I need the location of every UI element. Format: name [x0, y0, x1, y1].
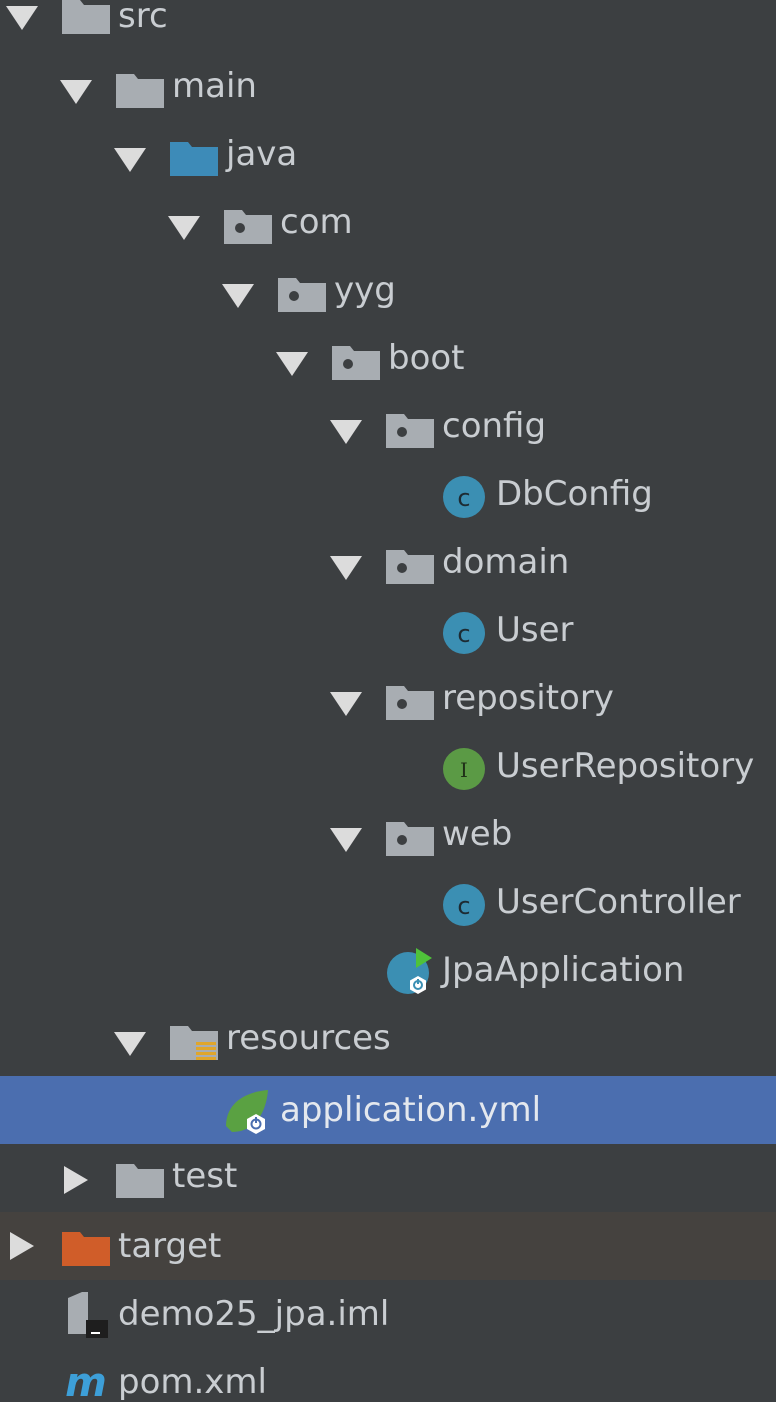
- tree-item-label: UserController: [496, 882, 741, 922]
- tree-item-label: src: [118, 0, 168, 36]
- package-icon: [386, 414, 434, 448]
- tree-item-label: yyg: [334, 270, 396, 310]
- tree-item-user[interactable]: c User: [0, 604, 776, 672]
- expand-arrow-down-icon[interactable]: [56, 70, 96, 110]
- tree-item-label: User: [496, 610, 574, 650]
- tree-item-pom-xml[interactable]: m pom.xml: [0, 1356, 776, 1402]
- expand-arrow-right-icon[interactable]: [2, 1226, 42, 1266]
- expand-arrow-down-icon[interactable]: [326, 682, 366, 722]
- folder-icon: [116, 1164, 164, 1198]
- class-icon: c: [443, 476, 485, 518]
- resources-root-folder-icon: [170, 1026, 218, 1060]
- tree-item-src[interactable]: src: [0, 0, 776, 68]
- project-tree: src main java com yyg boot config c DbCo…: [0, 0, 776, 1402]
- tree-item-yyg[interactable]: yyg: [0, 264, 776, 332]
- tree-item-label: DbConfig: [496, 474, 653, 514]
- folder-icon: [116, 74, 164, 108]
- tree-item-label: domain: [442, 542, 570, 582]
- tree-item-label: web: [442, 814, 513, 854]
- package-icon: [386, 686, 434, 720]
- tree-item-label: UserRepository: [496, 746, 755, 786]
- package-icon: [278, 278, 326, 312]
- expand-arrow-down-icon[interactable]: [326, 410, 366, 450]
- package-icon: [332, 346, 380, 380]
- tree-item-repository[interactable]: repository: [0, 672, 776, 740]
- expand-arrow-down-icon[interactable]: [164, 206, 204, 246]
- package-icon: [386, 822, 434, 856]
- tree-item-label: main: [172, 66, 257, 106]
- expand-arrow-right-icon[interactable]: [56, 1160, 96, 1200]
- tree-item-java[interactable]: java: [0, 128, 776, 196]
- package-icon: [224, 210, 272, 244]
- tree-item-label: pom.xml: [118, 1362, 267, 1402]
- svg-text:I: I: [460, 758, 468, 782]
- tree-item-label: application.yml: [280, 1090, 542, 1130]
- tree-item-main[interactable]: main: [0, 60, 776, 128]
- tree-item-test[interactable]: test: [0, 1150, 776, 1218]
- tree-item-dbconfig[interactable]: c DbConfig: [0, 468, 776, 536]
- tree-item-label: config: [442, 406, 547, 446]
- excluded-folder-icon: [62, 1232, 110, 1266]
- svg-text:c: c: [457, 892, 470, 920]
- iml-file-icon: [68, 1292, 108, 1338]
- expand-arrow-down-icon[interactable]: [2, 0, 42, 36]
- tree-item-resources[interactable]: resources: [0, 1012, 776, 1080]
- spring-boot-yml-icon: [226, 1090, 268, 1134]
- tree-item-label: java: [226, 134, 298, 174]
- svg-text:m: m: [65, 1360, 107, 1402]
- tree-item-com[interactable]: com: [0, 196, 776, 264]
- svg-text:c: c: [457, 620, 470, 648]
- expand-arrow-down-icon[interactable]: [110, 1022, 150, 1062]
- tree-item-domain[interactable]: domain: [0, 536, 776, 604]
- tree-item-label: test: [172, 1156, 238, 1196]
- expand-arrow-down-icon[interactable]: [326, 546, 366, 586]
- interface-icon: I: [443, 748, 485, 790]
- tree-item-config[interactable]: config: [0, 400, 776, 468]
- tree-item-demo25-jpa-iml[interactable]: demo25_jpa.iml: [0, 1288, 776, 1356]
- tree-item-label: target: [118, 1226, 222, 1266]
- expand-arrow-down-icon[interactable]: [272, 342, 312, 382]
- class-icon: c: [443, 612, 485, 654]
- tree-item-label: boot: [388, 338, 465, 378]
- tree-item-label: repository: [442, 678, 614, 718]
- svg-text:c: c: [457, 484, 470, 512]
- tree-item-label: demo25_jpa.iml: [118, 1294, 390, 1334]
- expand-arrow-down-icon[interactable]: [110, 138, 150, 178]
- tree-item-usercontroller[interactable]: c UserController: [0, 876, 776, 944]
- tree-item-label: resources: [226, 1018, 391, 1058]
- maven-icon: m: [65, 1360, 107, 1402]
- folder-icon: [62, 0, 110, 34]
- tree-item-web[interactable]: web: [0, 808, 776, 876]
- class-icon: c: [443, 884, 485, 926]
- tree-item-boot[interactable]: boot: [0, 332, 776, 400]
- expand-arrow-down-icon[interactable]: [218, 274, 258, 314]
- package-icon: [386, 550, 434, 584]
- tree-item-target[interactable]: target: [0, 1212, 776, 1280]
- expand-arrow-down-icon[interactable]: [326, 818, 366, 858]
- tree-item-label: com: [280, 202, 353, 242]
- spring-boot-application-icon: [387, 948, 432, 994]
- tree-item-jpaapplication[interactable]: JpaApplication: [0, 944, 776, 1012]
- tree-item-userrepository[interactable]: I UserRepository: [0, 740, 776, 808]
- source-root-folder-icon: [170, 142, 218, 176]
- tree-item-application-yml[interactable]: application.yml: [0, 1076, 776, 1144]
- tree-item-label: JpaApplication: [442, 950, 685, 990]
